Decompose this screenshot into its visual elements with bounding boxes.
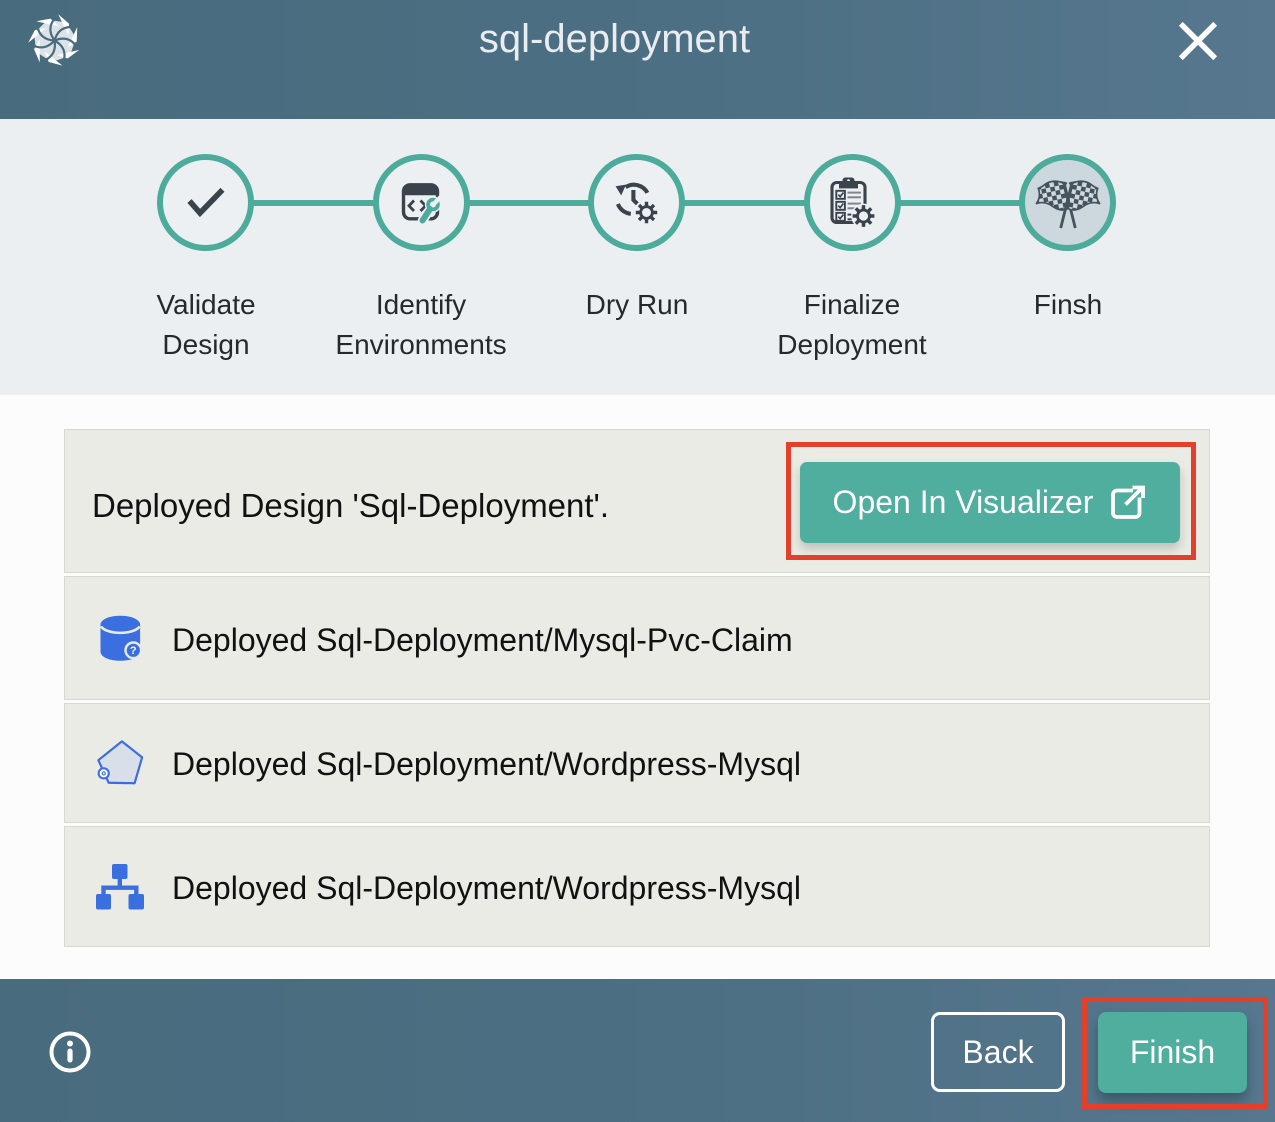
svg-text:?: ? — [130, 645, 137, 657]
